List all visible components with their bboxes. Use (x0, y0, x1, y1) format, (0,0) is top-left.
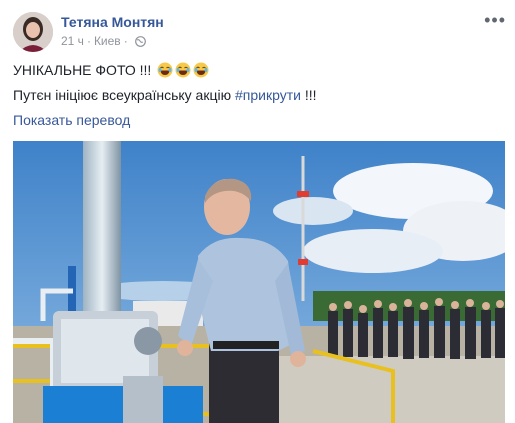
more-options-icon[interactable]: ••• (484, 10, 506, 31)
avatar[interactable] (13, 12, 53, 52)
laughing-face-icon (193, 62, 209, 78)
hashtag-link[interactable]: #прикрути (235, 87, 301, 103)
laughing-face-icon (157, 62, 173, 78)
post-text-line1: УНІКАЛЬНЕ ФОТО !!! (13, 62, 209, 78)
author-name[interactable]: Тетяна Монтян (61, 14, 164, 30)
post-location[interactable]: Киев (94, 34, 121, 48)
post-text-line2: Путєн ініціює всеукраїнську акцію #прикр… (13, 87, 317, 103)
post-text-suffix: !!! (300, 87, 317, 103)
post-text-body: Путєн ініціює всеукраїнську акцію (13, 87, 235, 103)
laughing-face-icon (175, 62, 191, 78)
facebook-post: Тетяна Монтян 21 ч · Киев · ••• УНІКАЛЬН… (0, 0, 515, 423)
globe-icon[interactable] (134, 35, 146, 47)
meta-separator: · (123, 34, 128, 48)
post-photo[interactable] (13, 141, 505, 423)
post-meta: 21 ч · Киев · (61, 34, 146, 48)
post-time[interactable]: 21 ч (61, 34, 84, 48)
see-translation-link[interactable]: Показать перевод (13, 112, 130, 128)
post-text-title: УНІКАЛЬНЕ ФОТО !!! (13, 62, 152, 78)
meta-separator: · (86, 34, 91, 48)
